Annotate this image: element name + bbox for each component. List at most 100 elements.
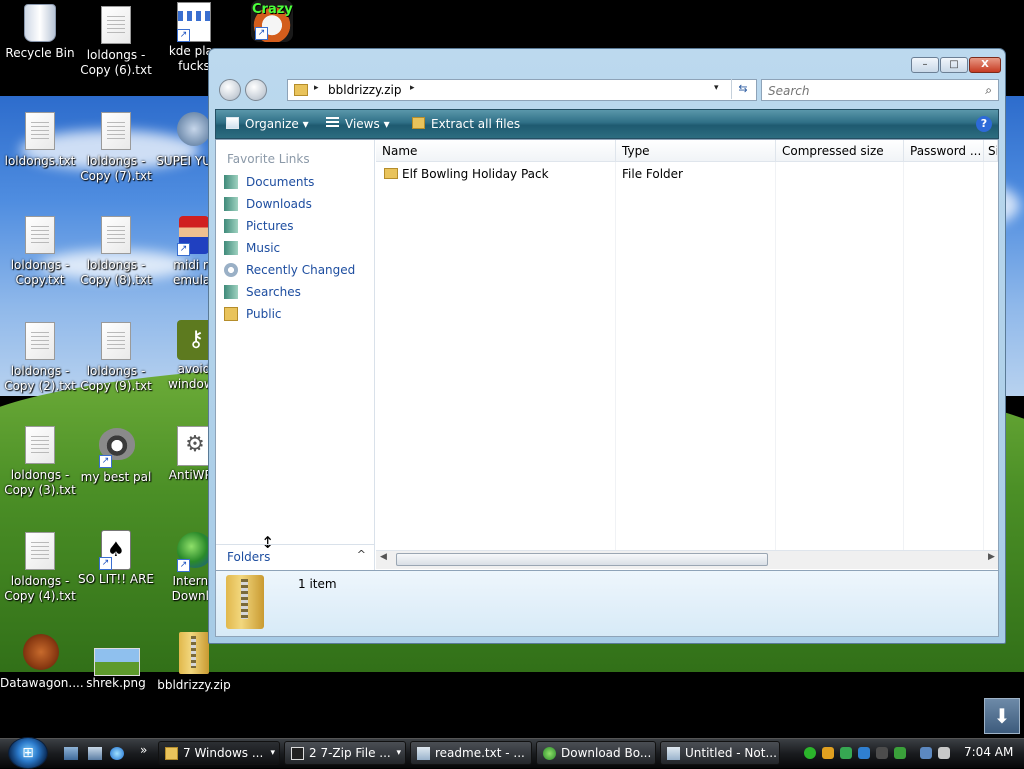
- organize-button[interactable]: Organize ▾: [226, 117, 309, 131]
- desktop-icon-txt[interactable]: loldongs - Copy (6).txt: [76, 6, 156, 78]
- file-name: Elf Bowling Holiday Pack: [402, 167, 549, 181]
- image-thumbnail-icon: [94, 648, 140, 676]
- breadcrumb-path[interactable]: bbldrizzy.zip: [328, 83, 402, 97]
- desktop-icon-txt[interactable]: loldongs - Copy (3).txt: [0, 426, 80, 498]
- search-box[interactable]: ⌕: [761, 79, 999, 101]
- search-icon[interactable]: ⌕: [985, 83, 992, 98]
- scroll-left-icon[interactable]: ◀: [380, 552, 387, 562]
- nav-item-public[interactable]: Public: [222, 304, 372, 324]
- taskbar-button-windows[interactable]: 7 Windows ... ▾: [158, 741, 280, 765]
- help-icon[interactable]: ?: [976, 116, 992, 132]
- tray-app-icon[interactable]: [840, 747, 852, 759]
- nav-item-label: Searches: [246, 285, 301, 299]
- item-count: 1 item: [298, 577, 337, 591]
- column-header-name[interactable]: Name: [376, 140, 616, 162]
- nav-item-pictures[interactable]: Pictures: [222, 216, 372, 236]
- show-desktop-icon[interactable]: [64, 747, 78, 760]
- volume-muted-icon[interactable]: [938, 747, 950, 759]
- tray-app-icon[interactable]: [858, 747, 870, 759]
- maximize-button[interactable]: □: [940, 57, 968, 73]
- column-header-password[interactable]: Password ...: [904, 140, 984, 162]
- address-dropdown-icon[interactable]: ▾: [714, 83, 719, 93]
- forward-button[interactable]: [245, 79, 267, 101]
- chevron-down-icon: ▾: [383, 117, 390, 131]
- desktop-icon-recycle-bin[interactable]: Recycle Bin: [0, 4, 80, 61]
- column-divider: [775, 162, 776, 550]
- check-icon[interactable]: [894, 747, 906, 759]
- nav-item-searches[interactable]: Searches: [222, 282, 372, 302]
- desktop-icon-solitaire[interactable]: ♠ ↗ SO LIT!! ARE: [76, 530, 156, 587]
- breadcrumb-separator: ▸: [314, 83, 319, 93]
- back-button[interactable]: [219, 79, 241, 101]
- taskbar-button-readme[interactable]: readme.txt - ...: [410, 741, 532, 765]
- column-header-type[interactable]: Type: [616, 140, 776, 162]
- desktop-icon-txt[interactable]: loldongs - Copy (8).txt: [76, 216, 156, 288]
- clock[interactable]: 7:04 AM: [964, 745, 1013, 759]
- download-arrow-icon[interactable]: ⬇: [984, 698, 1020, 734]
- desktop-icon-txt[interactable]: loldongs - Copy (7).txt: [76, 112, 156, 184]
- desktop-icon-txt[interactable]: loldongs.txt: [0, 112, 80, 169]
- scroll-right-icon[interactable]: ▶: [988, 552, 995, 562]
- minimize-button[interactable]: –: [911, 57, 939, 73]
- column-divider: [983, 162, 984, 550]
- nav-item-recently-changed[interactable]: Recently Changed: [222, 260, 372, 280]
- desktop-icon-shrek[interactable]: shrek.png: [76, 648, 156, 691]
- folder-icon: [165, 747, 178, 760]
- desktop-icon-label: loldongs - Copy (3).txt: [4, 468, 76, 497]
- key-icon: ⚷: [177, 320, 215, 360]
- network-icon[interactable]: [920, 747, 932, 759]
- internet-explorer-icon[interactable]: [110, 747, 124, 760]
- file-row[interactable]: Elf Bowling Holiday Pack File Folder: [376, 164, 998, 184]
- command-bar: Organize ▾ Views ▾ Extract all files ?: [215, 109, 999, 139]
- taskbar-button-download[interactable]: Download Bo...: [536, 741, 656, 765]
- nav-item-label: Public: [246, 307, 282, 321]
- tray-app-icon[interactable]: [876, 747, 888, 759]
- desktop-icon-txt[interactable]: loldongs - Copy (2).txt: [0, 322, 80, 394]
- switch-windows-icon[interactable]: [88, 747, 102, 760]
- horizontal-scrollbar[interactable]: ◀ ▶: [376, 550, 998, 569]
- address-bar[interactable]: ▸ bbldrizzy.zip ▸ ▾: [287, 79, 757, 101]
- taskbar-button-7zip[interactable]: 2 7-Zip File ... ▾: [284, 741, 406, 765]
- title-bar[interactable]: – □ X: [209, 49, 1005, 79]
- taskbar-label: Untitled - Not...: [685, 746, 777, 760]
- breadcrumb-separator: ▸: [410, 83, 415, 93]
- status-green-icon[interactable]: [804, 747, 816, 759]
- column-header-compressed-size[interactable]: Compressed size: [776, 140, 904, 162]
- desktop-icon-label: loldongs - Copy (6).txt: [80, 48, 152, 77]
- views-button[interactable]: Views ▾: [326, 117, 390, 131]
- text-file-icon: [23, 216, 57, 256]
- folders-toggle[interactable]: Folders ^: [216, 544, 374, 571]
- start-button[interactable]: ⊞: [8, 737, 48, 769]
- desktop-icon-txt[interactable]: loldongs - Copy.txt: [0, 216, 80, 288]
- search-input[interactable]: [766, 81, 970, 101]
- desktop-icon-label: my best pal: [80, 470, 152, 484]
- taskbar-button-untitled-notepad[interactable]: Untitled - Not...: [660, 741, 780, 765]
- desktop-icon-txt[interactable]: loldongs - Copy (9).txt: [76, 322, 156, 394]
- nav-item-music[interactable]: Music: [222, 238, 372, 258]
- close-button[interactable]: X: [969, 57, 1001, 73]
- text-file-icon: [23, 112, 57, 152]
- scrollbar-thumb[interactable]: [396, 553, 768, 566]
- refresh-icon[interactable]: ⇆: [731, 79, 754, 99]
- shield-icon[interactable]: [822, 747, 834, 759]
- music-icon: [224, 241, 238, 255]
- desktop-icon-crazy[interactable]: ↗ Crazy: [232, 0, 312, 42]
- pictures-icon: [224, 219, 238, 233]
- desktop-icon-my-best-pal[interactable]: ↗ my best pal: [76, 426, 156, 485]
- quick-launch-overflow-icon[interactable]: »: [140, 743, 147, 757]
- browser-icon: [543, 747, 556, 760]
- extract-all-button[interactable]: Extract all files: [412, 117, 520, 131]
- nav-item-documents[interactable]: Documents: [222, 172, 372, 192]
- notepad-icon: [417, 747, 430, 760]
- column-header-size[interactable]: Si: [984, 140, 998, 162]
- desktop-icon-datawagon[interactable]: Datawagon....: [0, 634, 84, 691]
- desktop-icon-txt[interactable]: loldongs - Copy (4).txt: [0, 532, 80, 604]
- navigation-pane: Favorite Links Documents Downloads Pictu…: [216, 140, 375, 570]
- folders-label: Folders: [227, 550, 271, 564]
- nav-item-downloads[interactable]: Downloads: [222, 194, 372, 214]
- mario-icon: ↗: [177, 216, 211, 256]
- desktop-icon-label: Datawagon....: [0, 676, 84, 690]
- nav-item-label: Pictures: [246, 219, 294, 233]
- document-shortcut-icon: ↗: [177, 2, 211, 42]
- playing-card-icon: ♠ ↗: [99, 530, 133, 570]
